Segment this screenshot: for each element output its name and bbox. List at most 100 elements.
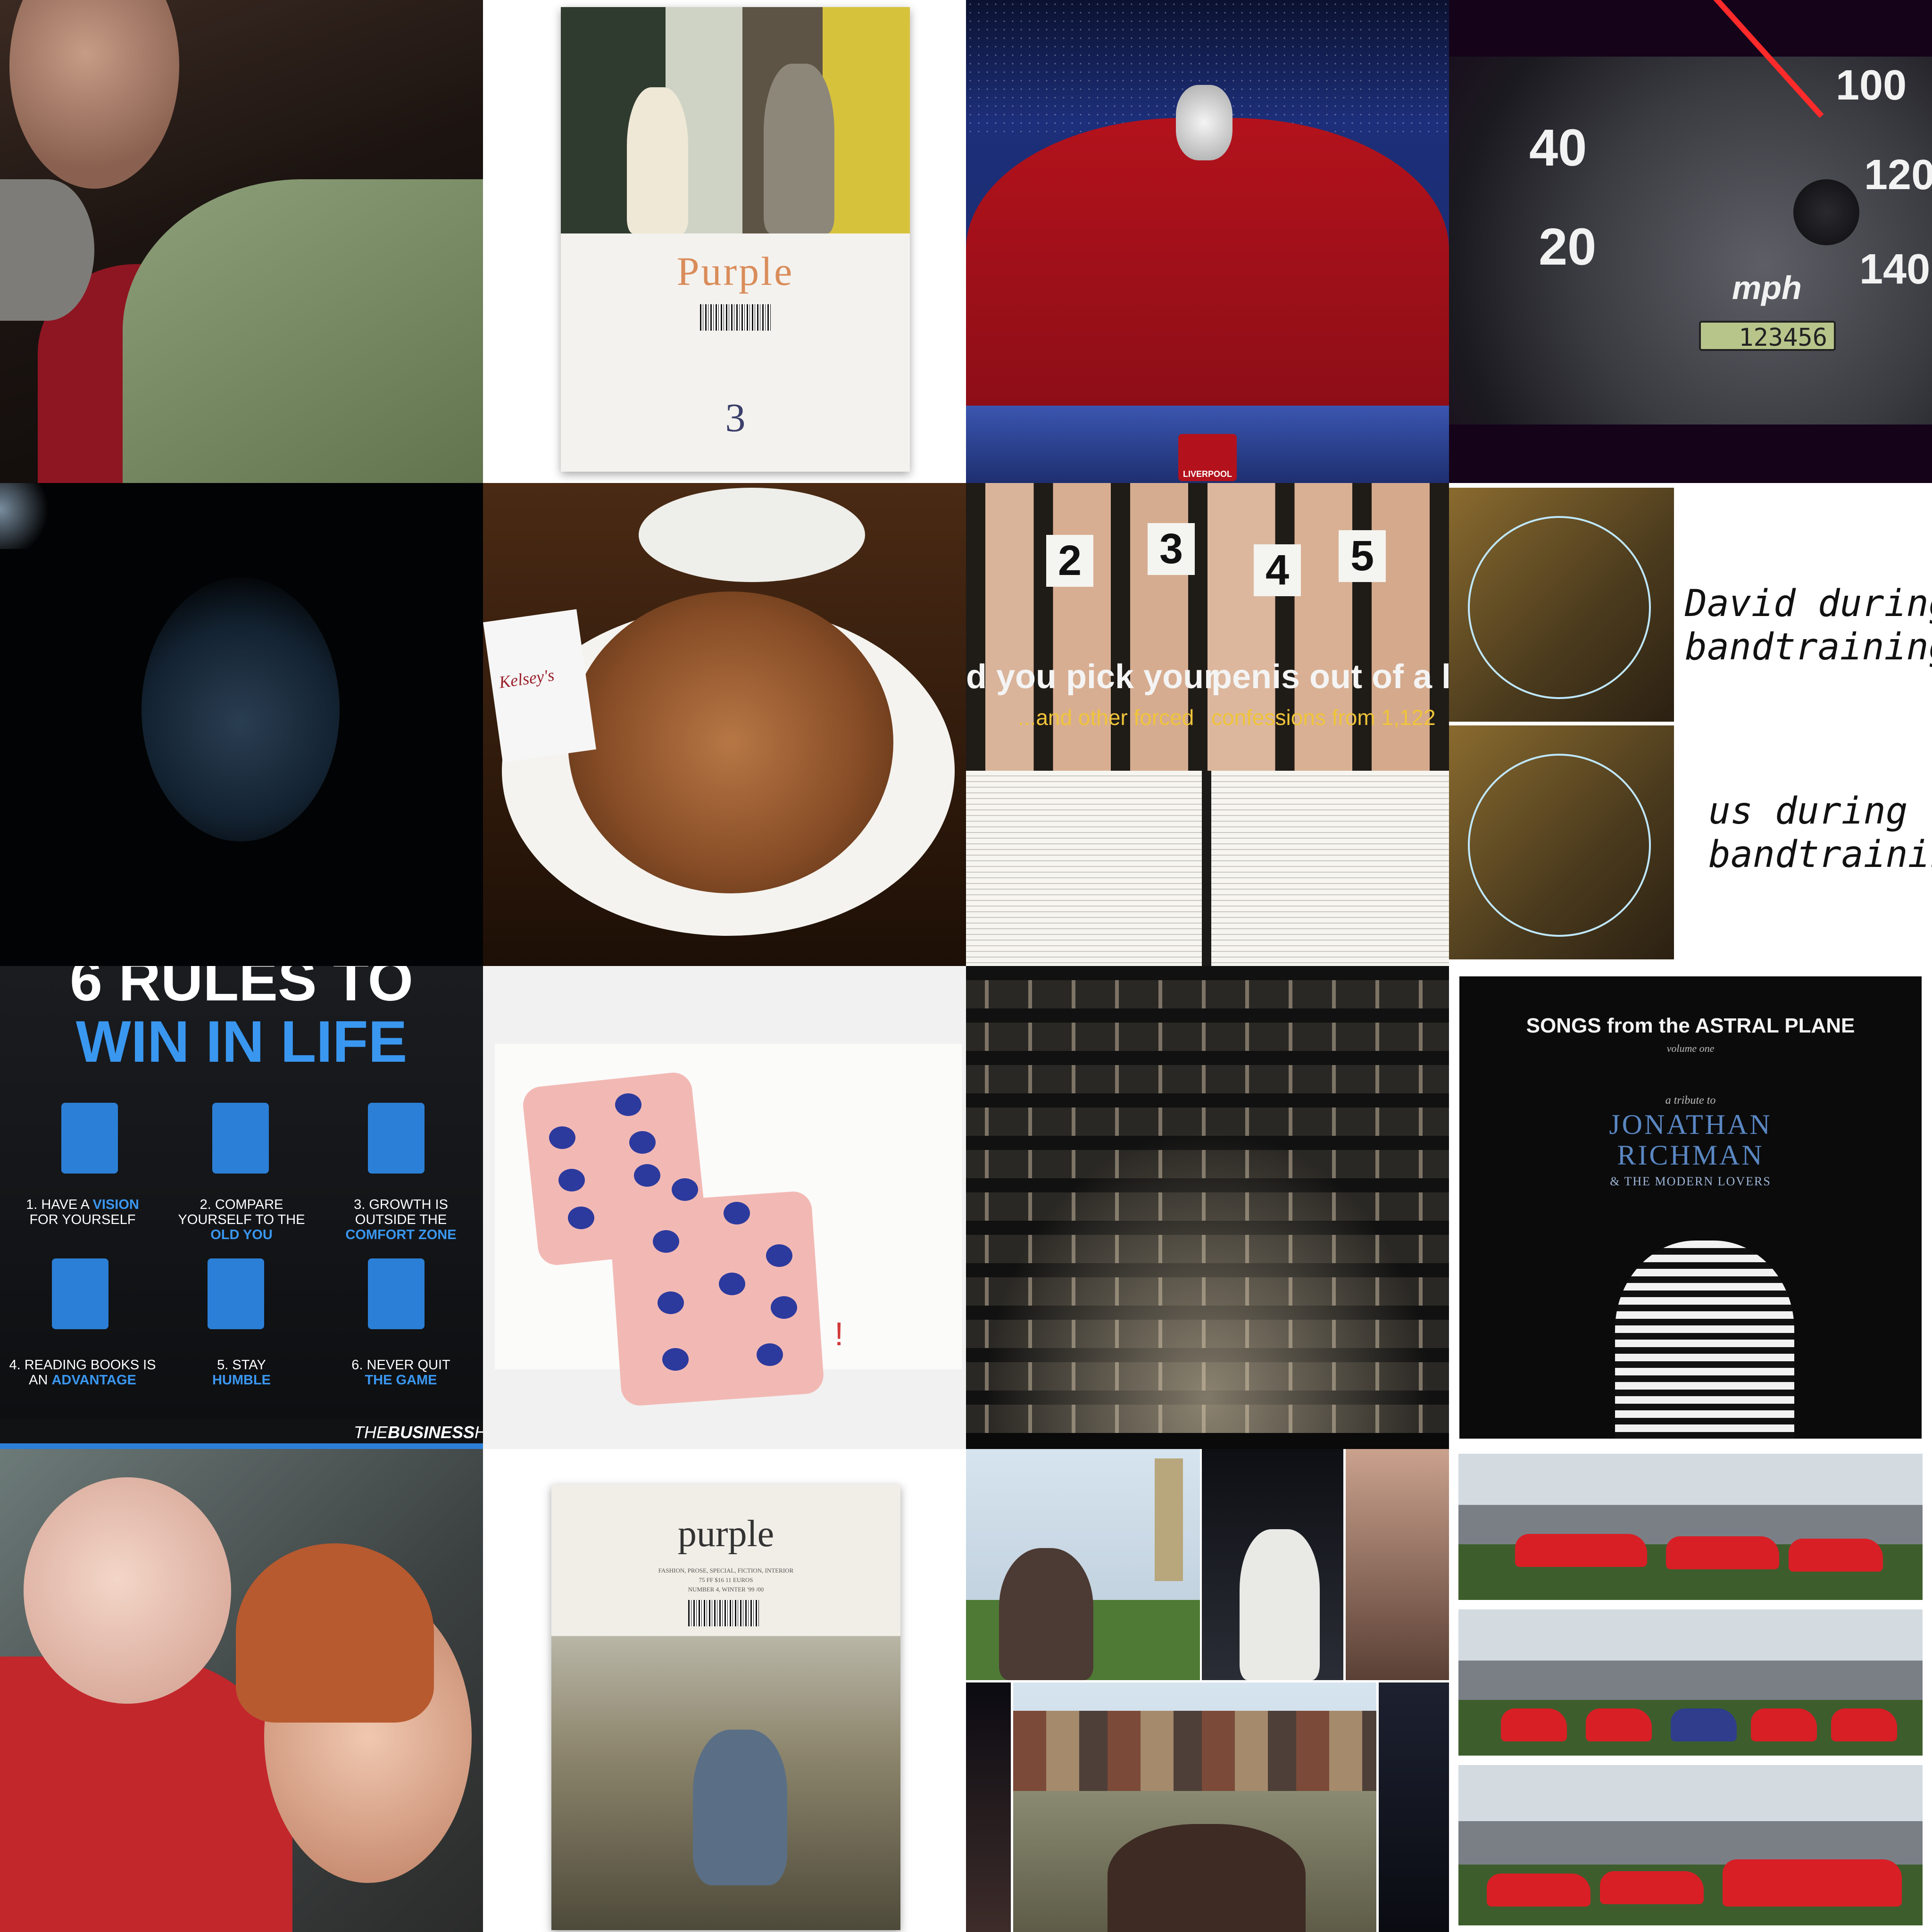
toddler-face xyxy=(24,1477,231,1704)
magazine-cover: Purple 3 xyxy=(561,7,910,472)
magazine-issue: NUMBER 4, WINTER '99 /00 xyxy=(688,1586,764,1593)
speed-label-20: 20 xyxy=(1539,218,1597,276)
cars-photo-1 xyxy=(1458,1454,1923,1600)
album-artist-1: JONATHAN xyxy=(1609,1109,1772,1140)
caption-top-line-2: bandtraining xyxy=(1685,626,1932,668)
facade-glow xyxy=(966,1108,1449,1449)
pip xyxy=(672,1178,698,1201)
guitarist-illustration xyxy=(1615,1241,1794,1439)
green-jacket xyxy=(123,179,483,483)
footer-brand: THEBUSINESSHAC xyxy=(354,1423,483,1442)
tile-rules-infographic[interactable]: 6 RULES TO WIN IN LIFE 1. HAVE A VISION F… xyxy=(0,966,483,1449)
pip xyxy=(658,1291,684,1314)
tile-travel-collage[interactable] xyxy=(966,1449,1449,1932)
exclamation-mark: ! xyxy=(834,1316,844,1352)
pip xyxy=(558,1169,585,1191)
tile-football-celebration[interactable]: LIVERPOOL xyxy=(966,0,1449,483)
trophy xyxy=(1176,85,1232,160)
tile-album-cover[interactable]: SONGS from the ASTRAL PLANE volume one a… xyxy=(1449,966,1932,1449)
collage-faces xyxy=(1346,1449,1449,1680)
rule-3: 3. GROWTH IS OUTSIDE THE COMFORT ZONE xyxy=(345,1197,457,1242)
tile-magazine-purple-4[interactable]: purple FASHION, PROSE, SPECIAL, FICTION,… xyxy=(483,1449,966,1932)
red-car xyxy=(1831,1708,1897,1741)
pip xyxy=(662,1348,689,1371)
tile-selfie[interactable] xyxy=(0,0,483,483)
tile-toddler-photo[interactable] xyxy=(0,1449,483,1932)
red-car xyxy=(1789,1539,1883,1572)
light-glare xyxy=(0,483,57,549)
dashboard-top xyxy=(1449,0,1932,57)
tile-magazine-purple-3[interactable]: Purple 3 xyxy=(483,0,966,483)
foreground-dark xyxy=(966,1433,1449,1449)
cover-photo xyxy=(561,7,910,233)
blue-car xyxy=(1671,1708,1737,1741)
speed-label-120: 120 xyxy=(1864,151,1932,199)
tile-dice-painting[interactable]: ! xyxy=(483,966,966,1449)
tile-band-training[interactable]: David during bandtraining us during band… xyxy=(1449,483,1932,966)
odometer: 123456 xyxy=(1699,321,1836,352)
figure-head xyxy=(142,577,340,841)
headline-left: d you pick your xyxy=(966,658,1217,696)
caption-bottom-line-2: bandtraining xyxy=(1708,833,1932,876)
reading-icon xyxy=(52,1258,108,1329)
number-card-2: 2 xyxy=(1046,535,1093,587)
rule-1: 1. HAVE A VISION FOR YOURSELF xyxy=(26,1197,139,1227)
number-card-5: 5 xyxy=(1339,530,1386,582)
tile-speedometer[interactable]: 40 20 100 120 140 mph 123456 xyxy=(1449,0,1932,483)
vision-icon xyxy=(61,1103,118,1174)
barcode xyxy=(688,1600,759,1626)
person-in-white xyxy=(627,87,688,233)
tile-magazine-spread[interactable]: 2 3 4 5 d you pick your penis out of a l… xyxy=(966,483,1449,966)
red-car xyxy=(1515,1534,1647,1567)
tile-red-cars[interactable] xyxy=(1449,1449,1932,1932)
rules-title-line-1: 6 RULES TO xyxy=(69,966,414,1013)
tuner-circle-top xyxy=(1468,516,1651,699)
magazine-price: 75 FF $16 11 EUROS xyxy=(699,1576,753,1583)
collage-concert xyxy=(1202,1449,1343,1680)
pip xyxy=(629,1131,656,1154)
couple-selfie xyxy=(1108,1824,1306,1932)
rules-title-line-2: WIN IN LIFE xyxy=(75,1009,408,1074)
magazine-title: purple xyxy=(677,1513,774,1555)
rule-2: 2. COMPARE YOURSELF TO THE OLD YOU xyxy=(178,1197,305,1242)
club-crest: LIVERPOOL xyxy=(1178,434,1237,481)
subhead-left: ...and other forced xyxy=(1018,705,1194,730)
album-cover: SONGS from the ASTRAL PLANE volume one a… xyxy=(1459,976,1922,1439)
photo-grid: Purple 3 LIVERPOOL 40 20 100 120 140 mph… xyxy=(0,0,1932,1932)
pip xyxy=(549,1126,575,1149)
speed-label-40: 40 xyxy=(1529,119,1587,177)
tile-chicken-wings[interactable]: Kelsey's xyxy=(483,483,966,966)
pip xyxy=(653,1230,679,1253)
article-text-right xyxy=(1211,771,1449,966)
couple xyxy=(1240,1529,1320,1680)
album-artist-3: & THE MODERN LOVERS xyxy=(1610,1174,1771,1188)
needle-hub xyxy=(1793,179,1859,245)
tower xyxy=(1155,1458,1183,1581)
podium-icon xyxy=(368,1258,425,1329)
face xyxy=(9,0,179,189)
pip xyxy=(568,1207,594,1229)
pip xyxy=(771,1296,797,1319)
grey-scarf xyxy=(0,179,94,321)
red-car xyxy=(1586,1708,1652,1741)
leaping-man xyxy=(693,1730,787,1885)
canal-houses xyxy=(1013,1711,1376,1791)
red-car xyxy=(1666,1536,1779,1569)
magazine-cover: purple FASHION, PROSE, SPECIAL, FICTION,… xyxy=(551,1484,900,1930)
person-in-grey xyxy=(764,64,834,233)
side-plate xyxy=(639,488,865,582)
tile-dark-figure[interactable] xyxy=(0,483,483,966)
napkin-logo: Kelsey's xyxy=(498,665,556,692)
help-icon xyxy=(208,1258,264,1329)
pip xyxy=(757,1343,783,1366)
tile-building-facade[interactable] xyxy=(966,966,1449,1449)
number-card-4: 4 xyxy=(1254,544,1301,596)
red-car xyxy=(1600,1871,1704,1904)
magazine-title: Purple xyxy=(676,249,794,294)
album-artist-2: RICHMAN xyxy=(1617,1140,1764,1171)
headline-right: penis out of a li xyxy=(1211,658,1449,696)
pip xyxy=(719,1273,745,1295)
issue-number: 3 xyxy=(725,395,746,440)
red-car xyxy=(1723,1859,1902,1907)
album-tribute: a tribute to xyxy=(1665,1094,1716,1107)
